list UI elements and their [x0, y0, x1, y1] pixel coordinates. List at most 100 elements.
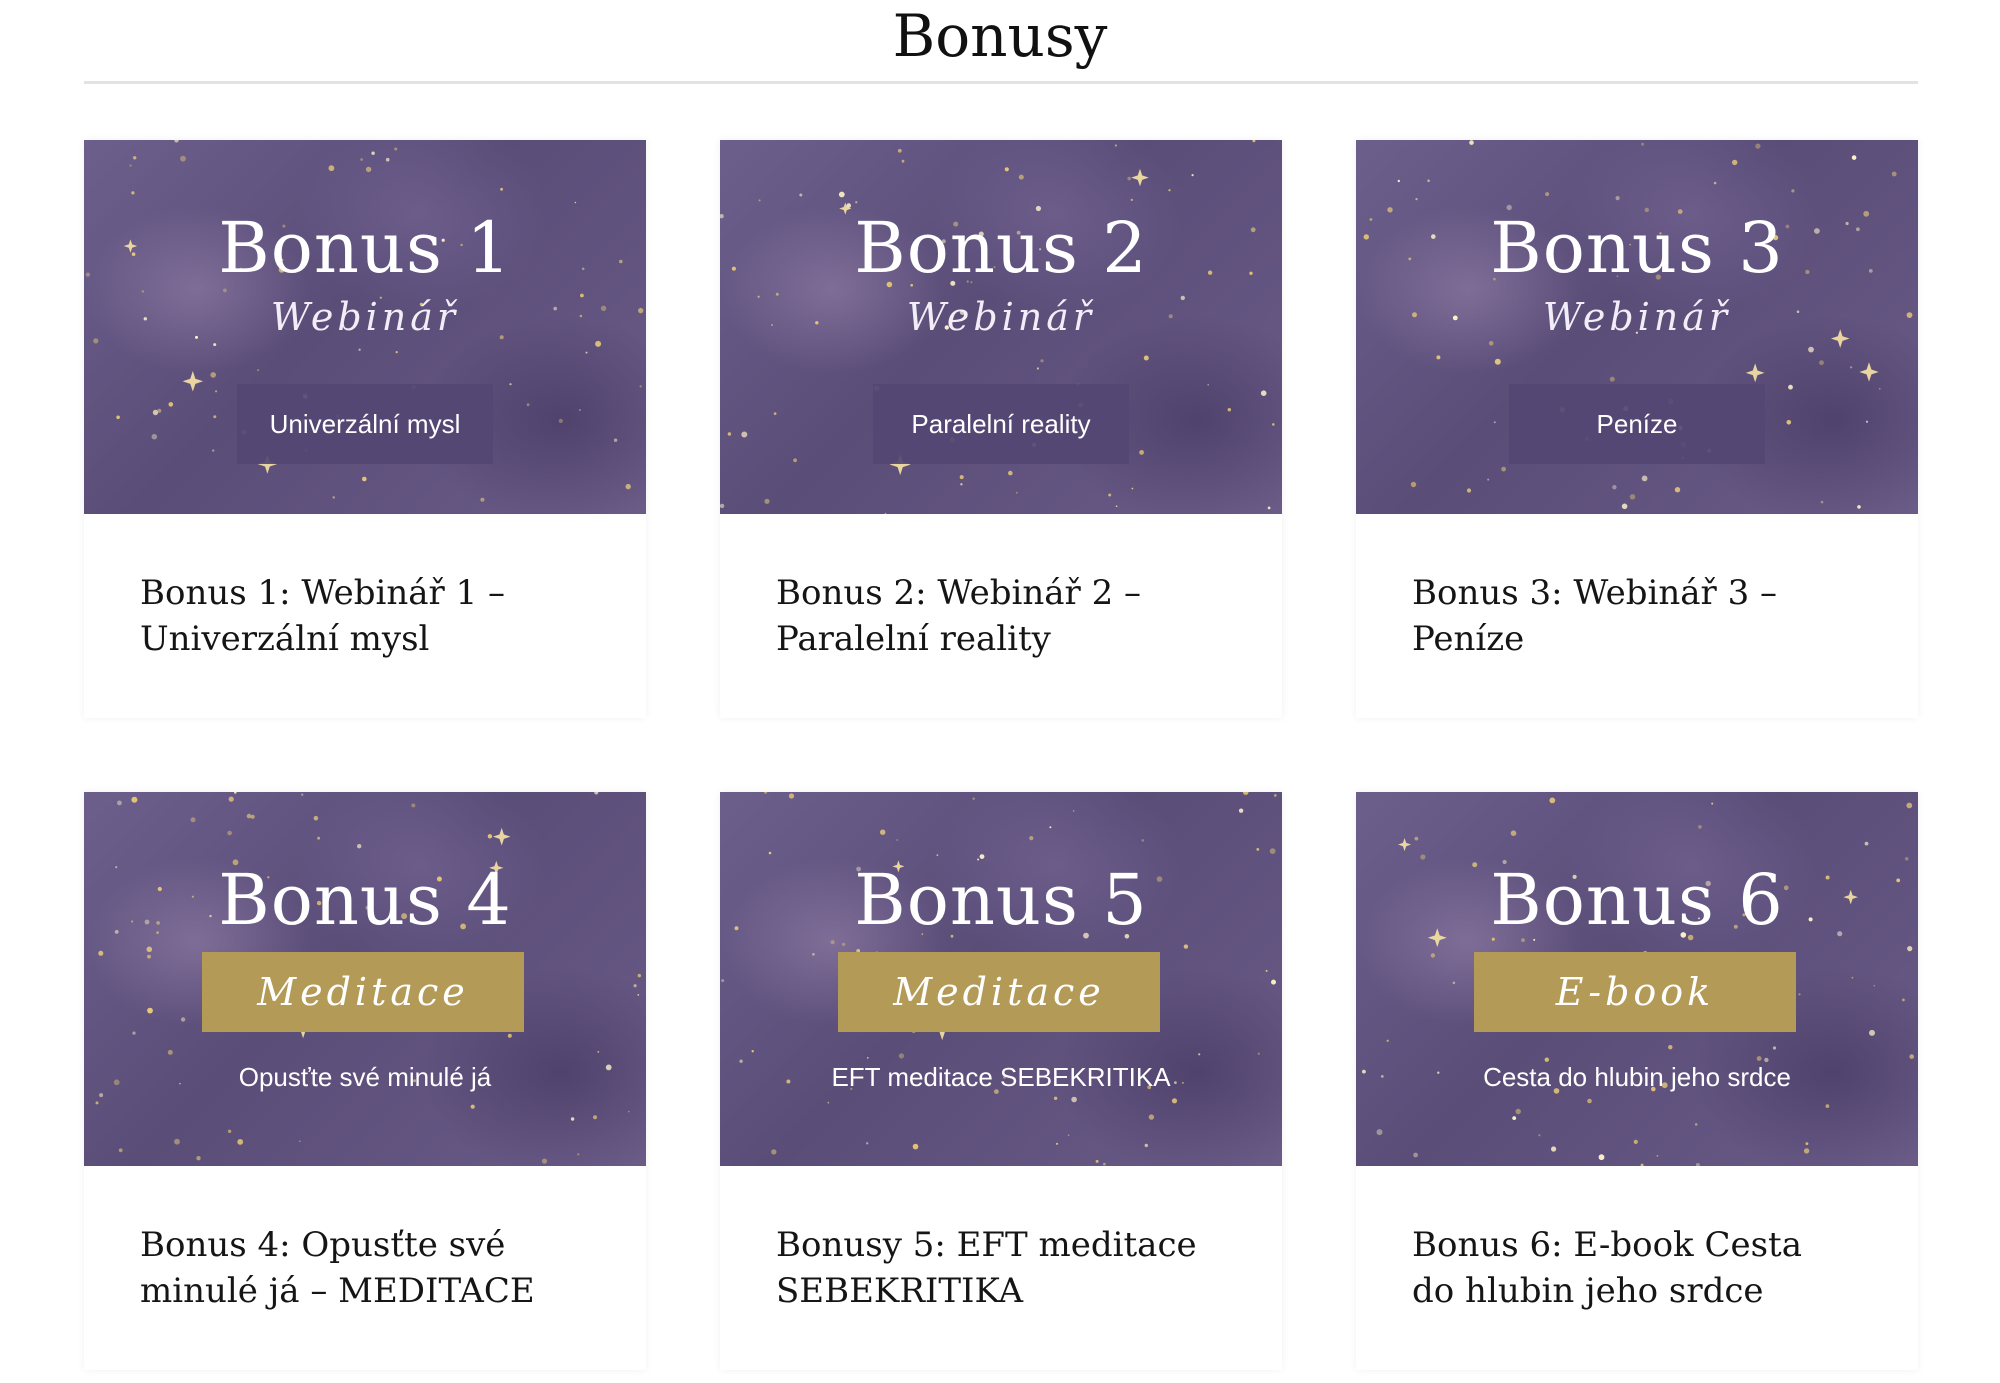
sparkle-dot	[1808, 346, 1814, 353]
bonus-banner-image[interactable]: Bonus 6 E-book Cesta do hlubin jeho srdc…	[1356, 792, 1918, 1166]
sparkle-dot	[1674, 487, 1681, 493]
card-title-link[interactable]: Bonus 3: Webinář 3 – Peníze	[1412, 570, 1882, 662]
sparkle-dot	[1850, 366, 1853, 369]
sparkle-dot	[1144, 1143, 1148, 1148]
card-title-link[interactable]: Bonus 6: E-book Cesta do hlubin jeho srd…	[1412, 1222, 1882, 1314]
sparkle-dot	[1171, 1098, 1178, 1104]
sparkle-dot	[721, 979, 725, 983]
sparkle-dot	[131, 796, 138, 803]
banner-label: Opusťte své minulé já	[238, 1062, 492, 1092]
bonus-banner-image[interactable]: Bonus 1 Webinář Univerzální mysl	[84, 140, 646, 514]
bonus-card-3[interactable]: Bonus 3 Webinář Peníze Bonus 3: Webinář …	[1356, 140, 1918, 718]
sparkle-dot	[1551, 1146, 1557, 1152]
sparkle-dot	[625, 483, 631, 490]
sparkle-dot	[1515, 1108, 1521, 1115]
bonus-card-5[interactable]: Bonus 5 Meditace EFT meditace SEBEKRITIK…	[720, 792, 1282, 1370]
sparkle-dot	[793, 458, 797, 463]
sparkle-dot	[633, 984, 637, 988]
card-title-line: Bonus 3: Webinář 3 –	[1412, 573, 1778, 613]
sparkle-dot	[1612, 485, 1617, 490]
sparkle-dot	[1488, 341, 1494, 346]
card-title-line: minulé já – MEDITACE	[140, 1271, 535, 1311]
sparkle-dot	[1493, 421, 1496, 424]
sparkle-dot	[1755, 143, 1761, 149]
sparkle-dot	[637, 973, 641, 978]
banner-label: Univerzální mysl	[237, 384, 493, 464]
sparkle-dot	[577, 1153, 580, 1156]
bonus-card-4[interactable]: Bonus 4 Meditace Opusťte své minulé já B…	[84, 792, 646, 1370]
bonus-card-6[interactable]: Bonus 6 E-book Cesta do hlubin jeho srdc…	[1356, 792, 1918, 1370]
sparkle-star	[1859, 362, 1879, 382]
sparkle-dot	[1711, 802, 1714, 805]
sparkle-dot	[1095, 1159, 1099, 1163]
sparkle-dot	[157, 408, 162, 413]
card-title-link[interactable]: Bonus 2: Webinář 2 – Paralelní reality	[776, 570, 1246, 662]
sparkle-dot	[855, 201, 858, 204]
sparkle-dot	[234, 792, 237, 794]
sparkle-dot	[1598, 1154, 1605, 1161]
bonus-banner-image[interactable]: Bonus 4 Meditace Opusťte své minulé já	[84, 792, 646, 1166]
sparkle-dot	[1732, 159, 1738, 166]
sparkle-dot	[1545, 192, 1550, 197]
card-title-line: Peníze	[1412, 619, 1525, 659]
card-body: Bonus 3: Webinář 3 – Peníze	[1356, 514, 1918, 718]
banner-title: Bonus 4	[218, 859, 512, 941]
card-title-line: do hlubin jeho srdce	[1412, 1271, 1764, 1311]
sparkle-dot	[1114, 144, 1117, 147]
sparkle-dot	[1139, 450, 1144, 455]
sparkle-dot	[118, 1148, 123, 1153]
sparkle-dot	[1108, 493, 1112, 497]
title-divider	[84, 81, 1918, 84]
banner-title: Bonus 3	[1490, 207, 1784, 289]
sparkle-dot	[1036, 367, 1039, 370]
sparkle-dot	[1413, 1152, 1418, 1158]
sparkle-dot	[1376, 1129, 1383, 1136]
sparkle-dot	[898, 1053, 904, 1059]
sparkle-dot	[299, 1140, 301, 1143]
sparkle-dot	[98, 950, 104, 956]
sparkle-dot	[764, 498, 770, 504]
bonus-banner-image[interactable]: Bonus 2 Webinář Paralelní reality	[720, 140, 1282, 514]
banner-script: Webinář	[270, 295, 460, 339]
card-title-link[interactable]: Bonus 1: Webinář 1 – Univerzální mysl	[140, 570, 610, 662]
sparkle-dot	[250, 814, 255, 819]
sparkle-dot	[1469, 140, 1474, 145]
bonus-banner-image[interactable]: Bonus 5 Meditace EFT meditace SEBEKRITIK…	[720, 792, 1282, 1166]
sparkle-dot	[594, 792, 599, 795]
sparkle-dot	[1386, 1039, 1389, 1042]
sparkle-dot	[509, 383, 512, 386]
sparkle-dot	[1641, 142, 1645, 146]
card-title-link[interactable]: Bonusy 5: EFT meditace SEBEKRITIKA	[776, 1222, 1246, 1314]
sparkle-dot	[1869, 1029, 1875, 1036]
sparkle-dot	[639, 385, 642, 388]
sparkle-dot	[246, 813, 252, 819]
sparkle-dot	[720, 503, 725, 509]
sparkle-dot	[1487, 478, 1490, 481]
sparkle-dot	[365, 166, 372, 173]
sparkle-dot	[936, 854, 939, 857]
sparkle-dot	[1015, 491, 1018, 494]
sparkle-dot	[1269, 848, 1276, 854]
sparkle-dot	[1271, 979, 1276, 985]
sparkle-dot	[1055, 1142, 1059, 1145]
sparkle-dot	[1227, 408, 1231, 412]
sparkle-dot	[1851, 155, 1857, 160]
sparkle-dot	[595, 340, 602, 347]
sparkle-dot	[385, 157, 390, 162]
sparkle-dot	[1242, 792, 1249, 795]
sparkle-dot	[147, 1007, 153, 1014]
sparkle-dot	[771, 1149, 777, 1155]
sparkle-dot	[1851, 976, 1854, 979]
bonus-card-1[interactable]: Bonus 1 Webinář Univerzální mysl Bonus 1…	[84, 140, 646, 718]
sparkle-dot	[117, 800, 122, 806]
bonus-banner-image[interactable]: Bonus 3 Webinář Peníze	[1356, 140, 1918, 514]
card-body: Bonusy 5: EFT meditace SEBEKRITIKA	[720, 1166, 1282, 1370]
sparkle-dot	[180, 155, 186, 162]
sparkle-dot	[1772, 1046, 1777, 1050]
sparkle-dot	[1825, 1104, 1830, 1108]
sparkle-dot	[1191, 174, 1194, 177]
sparkle-dot	[116, 415, 120, 420]
bonus-card-2[interactable]: Bonus 2 Webinář Paralelní reality Bonus …	[720, 140, 1282, 718]
sparkle-dot	[1786, 420, 1792, 425]
card-title-link[interactable]: Bonus 4: Opusťte své minulé já – MEDITAC…	[140, 1222, 610, 1314]
